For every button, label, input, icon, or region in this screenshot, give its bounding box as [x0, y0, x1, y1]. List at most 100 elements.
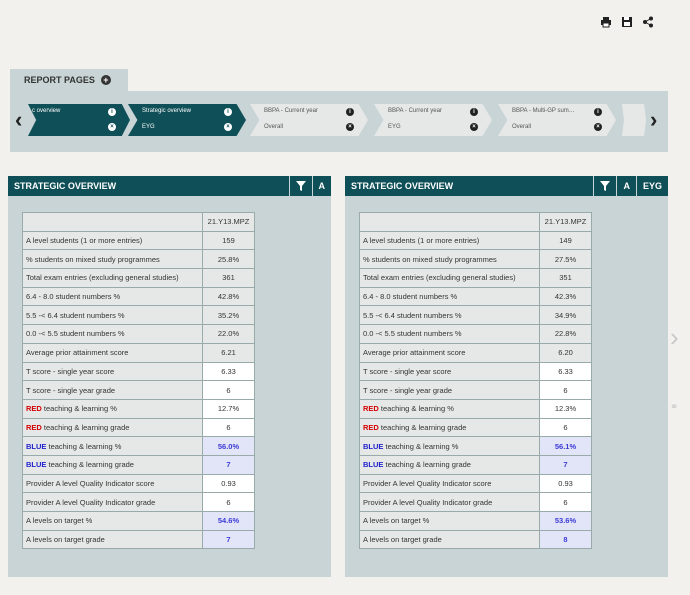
row-label-text: teaching & learning grade — [383, 460, 471, 470]
table-row: 0.0 -< 5.5 student numbers % 22.0% — [22, 324, 255, 344]
row-label: A level students (1 or more entries) — [359, 230, 540, 251]
table-header-row: 21.Y13.MPZ — [22, 212, 255, 232]
print-icon[interactable] — [600, 16, 612, 28]
table-row: A levels on target grade 8 — [359, 529, 592, 550]
row-value: 7 — [202, 529, 255, 550]
table-row: T score - single year score 6.33 — [22, 361, 255, 382]
table-row: 5.5 -< 6.4 student numbers % 35.2% — [22, 305, 255, 326]
info-icon[interactable]: i — [594, 108, 602, 116]
info-icon[interactable]: i — [108, 108, 116, 116]
row-label: RED teaching & learning % — [22, 398, 203, 419]
row-value: 0.93 — [202, 473, 255, 494]
report-pages-tab[interactable]: REPORT PAGES + — [10, 69, 128, 91]
next-page-chevron-icon[interactable]: › — [670, 322, 679, 353]
row-label-text: A level students (1 or more entries) — [26, 236, 143, 246]
table-row: A levels on target grade 7 — [22, 529, 255, 550]
column-header: 21.Y13.MPZ — [539, 212, 592, 232]
table-row: Provider A level Quality Indicator score… — [22, 473, 255, 494]
page-tab-4[interactable]: BBPA - Multi-GP sum… Overall i × — [498, 104, 616, 136]
row-label-prefix: BLUE — [363, 460, 384, 470]
close-icon[interactable]: × — [224, 123, 232, 131]
info-icon[interactable]: i — [470, 108, 478, 116]
table-row: RED teaching & learning % 12.7% — [22, 398, 255, 419]
page-tab-0[interactable]: c overview i × — [28, 104, 130, 136]
filter-icon — [600, 181, 611, 191]
row-label: Provider A level Quality Indicator score — [22, 473, 203, 494]
table-row: Provider A level Quality Indicator grade… — [359, 492, 592, 512]
row-label-text: 6.4 - 8.0 student numbers % — [363, 292, 458, 302]
row-label: BLUE teaching & learning % — [22, 436, 203, 456]
row-label-text: teaching & learning grade — [378, 422, 467, 432]
close-icon[interactable]: × — [470, 123, 478, 131]
info-icon[interactable]: i — [224, 108, 232, 116]
row-value: 6 — [202, 492, 255, 512]
table-row: T score - single year grade 6 — [22, 380, 255, 400]
row-label-text: teaching & learning grade — [46, 460, 134, 470]
row-label-text: A levels on target grade — [26, 535, 105, 545]
row-label-text: A levels on target % — [363, 516, 430, 526]
row-label-text: 5.5 -< 6.4 student numbers % — [26, 310, 125, 320]
row-label-text: Average prior attainment score — [26, 348, 129, 358]
filter-label-eyg[interactable]: EYG — [635, 176, 668, 196]
column-header: 21.Y13.MPZ — [202, 212, 255, 232]
page-tab-2[interactable]: BBPA - Current year Overall i × — [250, 104, 368, 136]
share-icon[interactable] — [642, 16, 654, 28]
table-row: T score - single year grade 6 — [359, 380, 592, 400]
add-page-icon[interactable]: + — [100, 75, 111, 85]
close-icon[interactable]: × — [594, 123, 602, 131]
row-label-text: teaching & learning % — [383, 441, 459, 451]
row-label: A levels on target grade — [359, 529, 540, 550]
carousel-prev-button[interactable]: ‹ — [15, 109, 22, 131]
row-label: T score - single year score — [22, 361, 203, 382]
row-value: 159 — [202, 230, 255, 251]
close-icon[interactable]: × — [108, 123, 116, 131]
carousel-next-button[interactable]: › — [650, 109, 657, 131]
table-row: RED teaching & learning grade 6 — [359, 417, 592, 438]
page-tab-5[interactable] — [622, 104, 646, 136]
row-value: 54.6% — [202, 511, 255, 531]
row-label: RED teaching & learning grade — [359, 417, 540, 438]
filter-button[interactable] — [288, 176, 312, 196]
panel-header: STRATEGIC OVERVIEW A EYG — [345, 176, 668, 196]
panel-title: STRATEGIC OVERVIEW — [14, 181, 117, 191]
row-label: Average prior attainment score — [359, 342, 540, 363]
row-label: 0.0 -< 5.5 student numbers % — [359, 324, 540, 344]
table-row: A levels on target % 54.6% — [22, 511, 255, 531]
table-row: BLUE teaching & learning % 56.1% — [359, 436, 592, 456]
filter-label-a[interactable]: A — [311, 176, 332, 196]
report-pages-label: REPORT PAGES — [24, 75, 95, 85]
row-label: Provider A level Quality Indicator grade — [22, 492, 203, 512]
row-label: % students on mixed study programmes — [359, 249, 540, 270]
save-icon[interactable] — [621, 16, 633, 28]
page-tab-title: BBPA - Current year — [388, 108, 442, 114]
row-label: BLUE teaching & learning grade — [22, 454, 203, 475]
page-tab-subtitle: Overall — [264, 124, 284, 130]
row-label-text: Average prior attainment score — [363, 348, 466, 358]
link-icon[interactable]: ⚭ — [670, 402, 678, 413]
row-value: 351 — [539, 268, 592, 288]
filter-label-a[interactable]: A — [616, 176, 636, 196]
close-icon[interactable]: × — [346, 123, 354, 131]
page-tab-1[interactable]: Strategic overview EYG i × — [128, 104, 246, 136]
row-label: % students on mixed study programmes — [22, 249, 203, 270]
filter-icon — [295, 181, 306, 191]
row-label: Total exam entries (excluding general st… — [359, 268, 540, 288]
data-table: 21.Y13.MPZ A level students (1 or more e… — [359, 212, 592, 550]
table-row: 6.4 - 8.0 student numbers % 42.8% — [22, 286, 255, 307]
page-tab-3[interactable]: BBPA - Current year EYG i × — [374, 104, 492, 136]
row-label: Average prior attainment score — [22, 342, 203, 363]
row-label: T score - single year grade — [359, 380, 540, 400]
row-value: 6 — [539, 492, 592, 512]
table-row: Average prior attainment score 6.20 — [359, 342, 592, 363]
row-value: 56.1% — [539, 436, 592, 456]
row-label: Total exam entries (excluding general st… — [22, 268, 203, 288]
row-label-text: % students on mixed study programmes — [363, 254, 497, 264]
row-label: A levels on target grade — [22, 529, 203, 550]
filter-button[interactable] — [593, 176, 616, 196]
page-tab-title: c overview — [32, 108, 61, 114]
row-label-text: teaching & learning % — [378, 404, 454, 414]
row-label-text: 5.5 -< 6.4 student numbers % — [363, 310, 462, 320]
info-icon[interactable]: i — [346, 108, 354, 116]
table-row: RED teaching & learning % 12.3% — [359, 398, 592, 419]
row-value: 7 — [202, 454, 255, 475]
